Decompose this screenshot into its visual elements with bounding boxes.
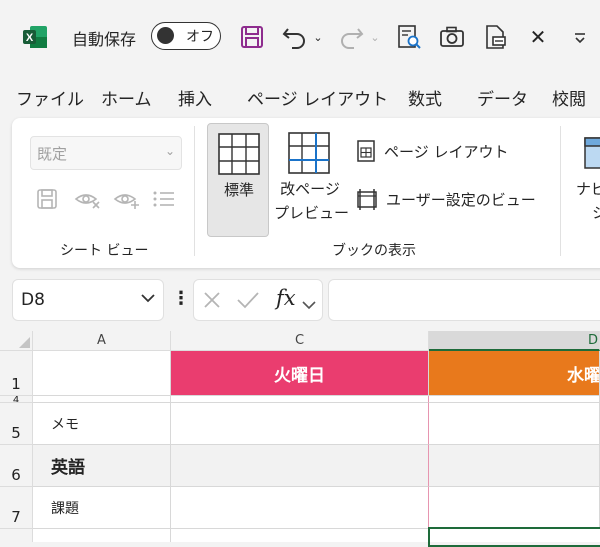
active-cell-d8[interactable]	[428, 527, 600, 547]
exit-view-icon	[74, 188, 102, 214]
cell-c5[interactable]	[171, 403, 429, 445]
toggle-state-text: オフ	[186, 29, 214, 45]
column-header-c[interactable]: C	[171, 331, 429, 351]
toggle-knob	[157, 27, 174, 44]
redo-dropdown-icon: ⌄	[370, 30, 380, 44]
new-view-icon	[113, 188, 141, 214]
cell-d4[interactable]	[429, 396, 600, 403]
workbook-views-group-label: ブックの表示	[332, 243, 416, 259]
normal-view-label: 標準	[223, 181, 254, 199]
save-icon[interactable]	[238, 22, 266, 52]
formula-controls: fx	[193, 279, 323, 321]
custom-views-label: ユーザー設定のビュー	[386, 190, 536, 209]
ribbon-panel: 既定 ⌄ シート ビュー 標準 改ページ プレビュー ページ レイアウト ユーザ…	[12, 118, 600, 268]
page-layout-view-label: ページ レイアウト	[384, 142, 509, 161]
cell-c7[interactable]	[171, 487, 429, 529]
cell-c4[interactable]	[171, 396, 429, 403]
row-header-7[interactable]: 7	[0, 487, 33, 529]
tab-file[interactable]: ファイル	[16, 85, 84, 110]
cell-d7[interactable]	[429, 487, 600, 529]
confirm-entry-icon[interactable]	[236, 290, 260, 314]
undo-dropdown-icon[interactable]: ⌄	[312, 22, 324, 52]
close-icon[interactable]: ✕	[526, 22, 550, 52]
navigation-button[interactable]: ナビ シ	[572, 123, 600, 237]
more-options-icon[interactable]: ⋮	[172, 288, 190, 309]
page-break-label-line2: プレビュー	[274, 204, 350, 222]
chevron-down-icon: ⌄	[164, 144, 175, 158]
column-header-d-label: D	[588, 333, 599, 348]
undo-icon[interactable]	[280, 22, 310, 52]
page-layout-view-button[interactable]: ページ レイアウト	[356, 140, 508, 162]
tab-data[interactable]: データ	[477, 85, 528, 110]
page-break-preview-button[interactable]: 改ページ プレビュー	[274, 123, 350, 237]
page-break-label-line1: 改ページ	[280, 180, 340, 198]
tab-home[interactable]: ホーム	[101, 85, 152, 110]
sheet-view-select-value: 既定	[37, 145, 68, 163]
sheet-view-select: 既定 ⌄	[30, 136, 182, 170]
preview-search-icon[interactable]	[395, 22, 423, 52]
select-all-corner[interactable]	[0, 331, 33, 351]
cell-d1-wednesday-header[interactable]: 水曜	[429, 351, 600, 396]
name-box[interactable]: D8	[12, 279, 164, 321]
formula-input[interactable]	[328, 279, 600, 321]
cell-c8[interactable]	[171, 529, 429, 542]
tab-formulas[interactable]: 数式	[408, 85, 442, 110]
cancel-entry-icon[interactable]	[202, 290, 222, 314]
autosave-label: 自動保存	[72, 30, 137, 49]
navigation-pane-icon	[584, 132, 600, 178]
group-divider	[560, 126, 561, 256]
print-preview-icon[interactable]	[482, 22, 510, 52]
excel-logo-icon: X	[22, 25, 48, 49]
row-header-5[interactable]: 5	[0, 403, 33, 445]
page-break-icon	[288, 132, 330, 178]
cell-c1-tuesday-header[interactable]: 火曜日	[171, 351, 429, 396]
row-header-4[interactable]: 4	[0, 396, 33, 403]
grid-icon	[218, 133, 260, 179]
spreadsheet-grid: A C D 1 4 5 6 7 火曜日 水曜 メモ 英語 課題	[0, 331, 600, 547]
cell-a6[interactable]: 英語	[33, 445, 171, 487]
redo-icon	[336, 22, 366, 52]
custom-views-button[interactable]: ユーザー設定のビュー	[356, 188, 536, 210]
autosave-toggle[interactable]: オフ	[151, 22, 221, 50]
options-list-icon	[152, 188, 176, 214]
camera-icon[interactable]	[438, 22, 466, 52]
cell-d6[interactable]	[429, 445, 600, 487]
row-header-6[interactable]: 6	[0, 445, 33, 487]
column-header-d[interactable]: D	[429, 331, 600, 351]
title-bar: X 自動保存 オフ ⌄ ⌄ ✕	[0, 0, 600, 72]
cell-a5[interactable]: メモ	[33, 403, 171, 445]
group-divider	[194, 126, 195, 256]
svg-text:X: X	[26, 32, 34, 44]
row-header-8[interactable]	[0, 529, 33, 542]
navigation-label-line2: シ	[592, 204, 600, 222]
customize-toolbar-icon[interactable]	[570, 22, 590, 52]
cell-a4[interactable]	[33, 396, 171, 403]
page-layout-icon	[357, 140, 375, 162]
cell-a7[interactable]: 課題	[33, 487, 171, 529]
keep-icon	[36, 188, 58, 214]
normal-view-button[interactable]: 標準	[207, 123, 269, 237]
tab-insert[interactable]: 挿入	[178, 85, 212, 110]
custom-views-icon	[357, 189, 377, 210]
tab-review[interactable]: 校閲	[552, 85, 586, 110]
name-box-value: D8	[21, 290, 45, 310]
sheet-view-group-label: シート ビュー	[60, 243, 149, 259]
insert-function-icon[interactable]: fx	[276, 286, 296, 310]
cell-a8[interactable]	[33, 529, 171, 542]
row-header-1[interactable]: 1	[0, 351, 33, 396]
cell-c6[interactable]	[171, 445, 429, 487]
cell-a1[interactable]	[33, 351, 171, 396]
ribbon-tabs: ファイル ホーム 挿入 ページ レイアウト 数式 データ 校閲	[0, 80, 600, 112]
chevron-down-icon[interactable]	[141, 292, 155, 307]
column-header-a[interactable]: A	[33, 331, 171, 351]
navigation-label-line1: ナビ	[576, 180, 600, 198]
chevron-down-icon[interactable]	[302, 295, 316, 314]
cell-d5[interactable]	[429, 403, 600, 445]
tab-page-layout[interactable]: ページ レイアウト	[247, 85, 388, 110]
